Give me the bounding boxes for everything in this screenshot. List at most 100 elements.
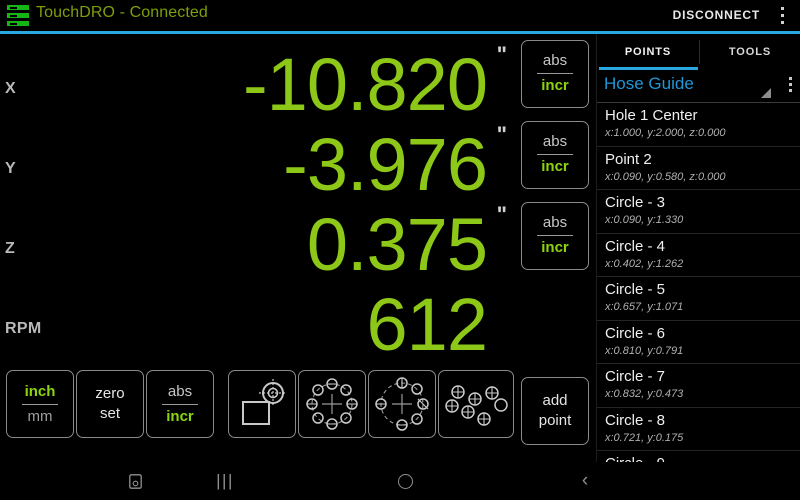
divider (162, 404, 198, 405)
point-coords: x:0.657, y:1.071 (605, 301, 684, 313)
hole-pattern-button[interactable] (438, 370, 514, 438)
add-label: add (542, 392, 568, 409)
point-coords: x:0.090, y:1.330 (605, 214, 684, 226)
list-item[interactable]: Circle - 3 x:0.090, y:1.330 (597, 190, 800, 234)
panel-tabs: POINTS TOOLS (597, 34, 800, 70)
point-coords: x:0.810, y:0.791 (605, 344, 684, 357)
points-list: Hole 1 Center x:1.000, y:2.000, z:0.000 … (597, 103, 800, 462)
abs-label: abs (167, 383, 193, 400)
unit-toggle-button[interactable]: inch mm (6, 370, 74, 438)
point-coords: x:0.832, y:0.473 (605, 388, 684, 400)
screenshot-glyph (128, 473, 142, 489)
inch-label: inch (24, 383, 56, 400)
abs-incr-button-z[interactable]: abs incr (521, 202, 589, 270)
tab-points[interactable]: POINTS (597, 34, 699, 70)
point-title: Circle - 3 (605, 194, 666, 211)
axis-row-z: Z 0.375 " (0, 194, 513, 282)
point-title: Circle - 8 (605, 411, 666, 429)
incr-label: incr (541, 239, 569, 256)
disconnect-button[interactable]: DISCONNECT (673, 8, 760, 22)
point-title: Circle - 9 (605, 454, 800, 462)
axis-label-rpm: RPM (5, 320, 42, 337)
list-item[interactable]: Circle - 6 x:0.810, y:0.791 (597, 321, 800, 364)
overflow-menu-icon[interactable] (781, 7, 785, 24)
axis-row-y: Y -3.976 " (0, 114, 513, 202)
hole-pattern-icon (445, 385, 508, 426)
axis-row-rpm: RPM 612 (0, 274, 513, 362)
abs-incr-button-x[interactable]: abs incr (521, 40, 589, 108)
divider (22, 404, 58, 405)
point-coords: x:0.721, y:0.175 (605, 431, 684, 444)
axis-value-y[interactable]: -3.976 (283, 128, 488, 202)
abs-incr-button-y[interactable]: abs incr (521, 121, 589, 189)
axis-unit-y: " (496, 122, 507, 147)
back-glyph: ‹ (581, 470, 589, 491)
list-item[interactable]: Circle - 7 x:0.832, y:0.473 (597, 364, 800, 408)
back-icon[interactable]: ‹ (550, 462, 620, 500)
title-bar: TouchDRO - Connected DISCONNECT (0, 0, 800, 30)
axis-label-x: X (5, 80, 16, 97)
incr-label: incr (166, 408, 194, 425)
list-item[interactable]: Circle - 9 (597, 451, 800, 462)
point-title: Circle - 5 (605, 281, 666, 298)
screenshot-icon[interactable] (100, 462, 170, 500)
divider (537, 154, 573, 155)
list-item[interactable]: Hole 1 Center x:1.000, y:2.000, z:0.000 (597, 103, 800, 147)
incr-label: incr (541, 77, 569, 94)
bolt-circle-full-button[interactable] (298, 370, 366, 438)
point-coords: x:0.402, y:1.262 (605, 257, 684, 270)
abs-label: abs (542, 133, 568, 150)
axis-unit-x: " (496, 42, 507, 67)
point-title: Circle - 6 (605, 324, 666, 342)
axis-unit-z: " (496, 202, 507, 227)
tab-tools[interactable]: TOOLS (699, 34, 800, 70)
list-item[interactable]: Circle - 8 x:0.721, y:0.175 (597, 408, 800, 451)
list-item[interactable]: Circle - 4 x:0.402, y:1.262 (597, 234, 800, 277)
divider (537, 235, 573, 236)
list-item[interactable]: Point 2 x:0.090, y:0.580, z:0.000 (597, 147, 800, 190)
divider (537, 73, 573, 74)
home-icon[interactable] (370, 462, 440, 500)
bolt-circle-arc-icon (375, 377, 429, 431)
bottom-toolbar: inch mm zero set abs incr (0, 370, 514, 442)
mm-label: mm (27, 408, 53, 425)
app-title: TouchDRO - Connected (36, 4, 208, 21)
point-title: Circle - 7 (605, 368, 666, 385)
dro-readout-area: X -10.820 " Y -3.976 " Z 0.375 " RPM 612 (0, 34, 513, 364)
point-group-spinner[interactable]: Hose Guide (597, 70, 800, 103)
zero-label: zero (95, 385, 125, 402)
point-title: Hole 1 Center (605, 107, 698, 124)
axis-row-x: X -10.820 " (0, 34, 513, 122)
point-coords: x:0.090, y:0.580, z:0.000 (605, 170, 726, 183)
overflow-menu-icon[interactable] (789, 77, 793, 95)
set-label: set (99, 405, 120, 422)
point-title: Point 2 (605, 150, 652, 168)
home-glyph (397, 473, 413, 489)
abs-incr-toggle-button[interactable]: abs incr (146, 370, 214, 438)
axis-label-z: Z (5, 240, 16, 257)
edge-finder-button[interactable] (228, 370, 296, 438)
axis-mode-button-column: abs incr abs incr abs incr (521, 40, 589, 283)
abs-label: abs (542, 214, 568, 231)
axis-value-x[interactable]: -10.820 (243, 48, 488, 122)
abs-label: abs (542, 52, 568, 69)
touchdro-app-window: TouchDRO - Connected DISCONNECT X -10.82… (0, 0, 800, 500)
axis-label-y: Y (5, 160, 16, 177)
point-coords: x:1.000, y:2.000, z:0.000 (605, 127, 726, 139)
incr-label: incr (541, 158, 569, 175)
edge-finder-icon (242, 379, 287, 425)
recents-icon[interactable]: ||| (190, 462, 260, 500)
zero-set-button[interactable]: zero set (76, 370, 144, 438)
bolt-circle-arc-button[interactable] (368, 370, 436, 438)
chevron-down-icon (761, 88, 771, 98)
list-item[interactable]: Circle - 5 x:0.657, y:1.071 (597, 277, 800, 321)
recents-glyph: ||| (216, 471, 234, 490)
add-point-button[interactable]: add point (521, 377, 589, 445)
point-title: Circle - 4 (605, 237, 666, 255)
bolt-circle-full-icon (306, 378, 358, 430)
android-navigation-bar: ||| ‹ (0, 462, 800, 500)
axis-value-rpm[interactable]: 612 (367, 288, 488, 362)
point-label: point (538, 412, 572, 429)
axis-value-z[interactable]: 0.375 (307, 208, 488, 282)
points-panel: POINTS TOOLS Hose Guide Hole 1 Center x:… (596, 34, 800, 462)
